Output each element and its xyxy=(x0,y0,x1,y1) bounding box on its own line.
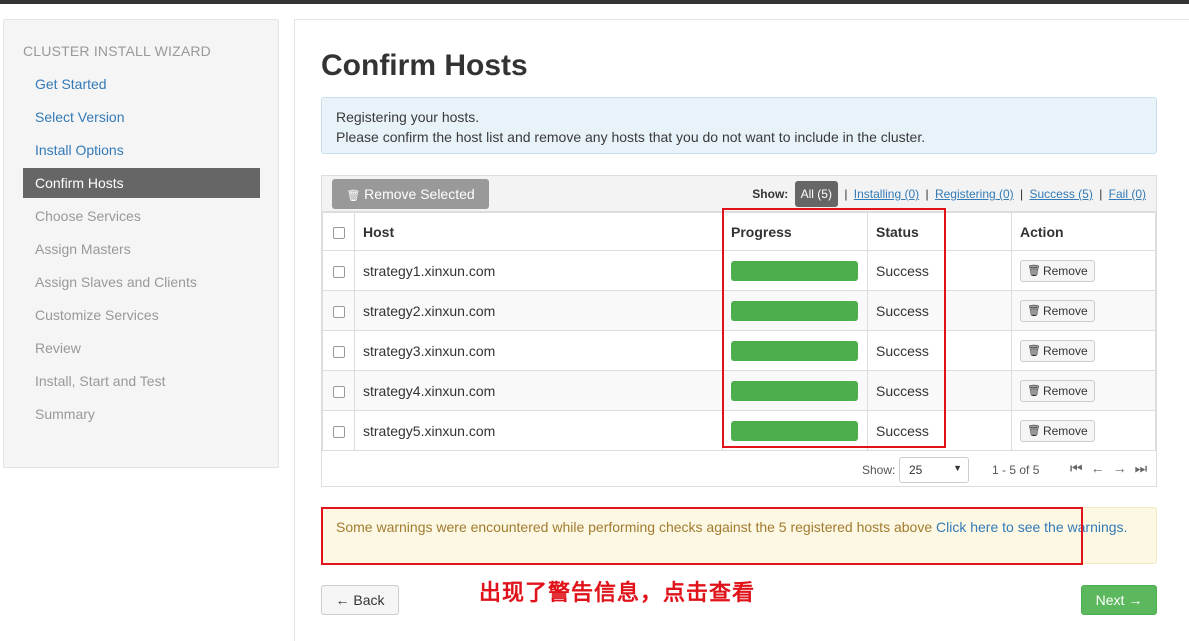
step-customize-services: Customize Services xyxy=(35,307,159,323)
filter-all[interactable]: All (5) xyxy=(794,181,838,207)
header-host: Host xyxy=(354,212,723,251)
filter-separator: | xyxy=(925,187,929,201)
filter-fail[interactable]: Fail (0) xyxy=(1109,187,1146,201)
remove-label: Remove xyxy=(1042,383,1088,398)
step-assign-slaves-clients: Assign Slaves and Clients xyxy=(35,274,197,290)
header-select-all xyxy=(322,212,355,251)
hosts-toolbar: 🗑 Remove Selected Show: All (5) | Instal… xyxy=(322,176,1156,212)
remove-host-button[interactable]: 🗑 Remove xyxy=(1020,419,1095,442)
step-assign-masters: Assign Masters xyxy=(35,241,131,257)
pager-nav: ⏮←→⏭ xyxy=(1070,460,1155,477)
filter-separator: | xyxy=(844,187,848,201)
row-checkbox[interactable] xyxy=(332,385,345,398)
remove-host-button[interactable]: 🗑 Remove xyxy=(1020,299,1095,322)
remove-host-button[interactable]: 🗑 Remove xyxy=(1020,259,1095,282)
step-choose-services: Choose Services xyxy=(35,208,141,224)
row-checkbox[interactable] xyxy=(332,425,345,438)
step-install-options[interactable]: Install Options xyxy=(23,134,260,167)
action-cell: 🗑 Remove xyxy=(1011,370,1156,411)
table-pager: Show: 25 ▼ 1 - 5 of 5 ⏮←→⏭ xyxy=(322,453,1156,486)
warning-highlight xyxy=(321,507,1083,565)
action-cell: 🗑 Remove xyxy=(1011,250,1156,291)
row-check-cell xyxy=(322,370,355,411)
row-check-cell xyxy=(322,290,355,331)
step-select-version[interactable]: Select Version xyxy=(23,101,260,134)
info-line-2: Please confirm the host list and remove … xyxy=(336,129,926,145)
row-check-cell xyxy=(322,330,355,371)
row-checkbox[interactable] xyxy=(332,305,345,318)
select-all-checkbox[interactable] xyxy=(332,226,345,239)
trash-icon: 🗑 xyxy=(1027,385,1041,397)
step-get-started[interactable]: Get Started xyxy=(23,68,260,101)
row-check-cell xyxy=(322,410,355,451)
step-install-start-test: Install, Start and Test xyxy=(35,373,166,389)
info-alert: Registering your hosts. Please confirm t… xyxy=(321,97,1157,154)
step-confirm-hosts[interactable]: Confirm Hosts xyxy=(23,168,260,198)
progress-status-highlight xyxy=(722,208,946,448)
next-button[interactable]: Next → xyxy=(1081,585,1157,615)
host-name: strategy1.xinxun.com xyxy=(354,250,723,291)
page-size-label: Show: xyxy=(862,463,896,477)
filter-separator: | xyxy=(1099,187,1103,201)
wizard-sidebar: CLUSTER INSTALL WIZARD Get Started Selec… xyxy=(3,19,279,468)
header-action: Action xyxy=(1011,212,1156,251)
prev-page-icon[interactable]: ← xyxy=(1091,460,1113,476)
info-line-1: Registering your hosts. xyxy=(336,109,480,125)
trash-icon: 🗑 xyxy=(1027,345,1041,357)
host-name: strategy3.xinxun.com xyxy=(354,330,723,371)
row-checkbox[interactable] xyxy=(332,265,345,278)
page-size-select[interactable]: 25 ▼ xyxy=(899,457,969,483)
action-cell: 🗑 Remove xyxy=(1011,290,1156,331)
host-name: strategy5.xinxun.com xyxy=(354,410,723,451)
wizard-steps: Get Started Select Version Install Optio… xyxy=(23,68,260,431)
action-cell: 🗑 Remove xyxy=(1011,330,1156,371)
annotation-text: 出现了警告信息，点击查看 xyxy=(479,580,756,605)
caret-down-icon: ▼ xyxy=(953,463,962,473)
trash-icon: 🗑 xyxy=(346,190,361,202)
action-cell: 🗑 Remove xyxy=(1011,410,1156,451)
remove-selected-label: Remove Selected xyxy=(364,186,475,202)
sidebar-title: CLUSTER INSTALL WIZARD xyxy=(23,43,211,59)
filter-installing[interactable]: Installing (0) xyxy=(854,187,919,201)
remove-host-button[interactable]: 🗑 Remove xyxy=(1020,379,1095,402)
back-button[interactable]: ← Back xyxy=(321,585,399,615)
trash-icon: 🗑 xyxy=(1027,265,1041,277)
filter-registering[interactable]: Registering (0) xyxy=(935,187,1014,201)
trash-icon: 🗑 xyxy=(1027,425,1041,437)
first-page-icon[interactable]: ⏮ xyxy=(1070,460,1091,476)
page-title: Confirm Hosts xyxy=(321,49,528,82)
host-filters: Show: All (5) | Installing (0) | Registe… xyxy=(752,181,1146,207)
filter-success[interactable]: Success (5) xyxy=(1029,187,1092,201)
remove-host-button[interactable]: 🗑 Remove xyxy=(1020,339,1095,362)
remove-label: Remove xyxy=(1042,423,1088,438)
main-panel: Confirm Hosts Registering your hosts. Pl… xyxy=(294,19,1189,641)
remove-label: Remove xyxy=(1042,343,1088,358)
page-size-value: 25 xyxy=(909,463,923,477)
filter-show-label: Show: xyxy=(752,187,789,201)
top-bar xyxy=(0,0,1189,4)
host-name: strategy4.xinxun.com xyxy=(354,370,723,411)
step-review: Review xyxy=(35,340,81,356)
page-range: 1 - 5 of 5 xyxy=(992,463,1040,477)
step-summary: Summary xyxy=(35,406,95,422)
host-name: strategy2.xinxun.com xyxy=(354,290,723,331)
next-page-icon[interactable]: → xyxy=(1113,460,1135,476)
row-checkbox[interactable] xyxy=(332,345,345,358)
remove-label: Remove xyxy=(1042,263,1088,278)
trash-icon: 🗑 xyxy=(1027,305,1041,317)
filter-separator: | xyxy=(1020,187,1024,201)
remove-label: Remove xyxy=(1042,303,1088,318)
remove-selected-button[interactable]: 🗑 Remove Selected xyxy=(332,179,489,209)
row-check-cell xyxy=(322,250,355,291)
last-page-icon[interactable]: ⏭ xyxy=(1135,460,1156,476)
